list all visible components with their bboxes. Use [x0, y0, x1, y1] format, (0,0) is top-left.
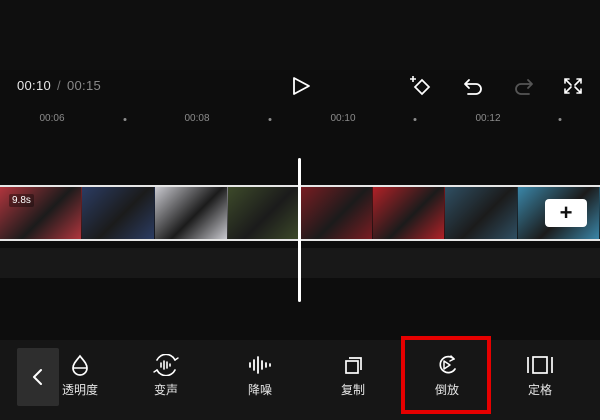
- redo-button[interactable]: [511, 74, 537, 98]
- noise-reduction-icon: [249, 356, 271, 374]
- time-display: 00:10 / 00:15: [17, 78, 101, 93]
- fullscreen-icon: [564, 78, 582, 94]
- time-separator: /: [57, 78, 61, 93]
- clip-thumbnail: [82, 187, 155, 239]
- voice-change-icon: [153, 354, 179, 376]
- add-clip-button[interactable]: +: [545, 199, 587, 227]
- ruler-dot: [123, 118, 127, 121]
- clip-thumbnail: [445, 187, 518, 239]
- playhead[interactable]: [298, 158, 301, 302]
- clip-thumbnail: [373, 187, 445, 239]
- tool-opacity[interactable]: 透明度: [40, 354, 120, 414]
- time-ruler[interactable]: 00:06 00:08 00:10 00:12: [0, 110, 600, 130]
- play-button[interactable]: [288, 74, 314, 98]
- undo-button[interactable]: [460, 74, 486, 98]
- ruler-label: 00:06: [39, 113, 65, 124]
- copy-icon: [345, 357, 362, 374]
- ruler-label: 00:08: [184, 113, 210, 124]
- tool-freeze-frame[interactable]: 定格: [500, 354, 580, 414]
- add-keyframe-button[interactable]: [408, 74, 434, 98]
- add-keyframe-icon: [410, 76, 431, 96]
- ruler-dot: [268, 118, 272, 121]
- tool-copy[interactable]: 复制: [313, 354, 393, 414]
- opacity-icon: [72, 354, 88, 376]
- clip-duration-badge: 9.8s: [9, 194, 34, 207]
- tool-label: 变声: [153, 383, 178, 397]
- player-controls: 00:10 / 00:15: [0, 70, 600, 104]
- tool-label: 定格: [527, 383, 552, 397]
- tool-label: 透明度: [61, 383, 98, 397]
- undo-icon: [464, 79, 482, 95]
- ruler-dot: [558, 118, 562, 121]
- fullscreen-button[interactable]: [560, 74, 586, 98]
- clip-thumbnail: [300, 187, 373, 239]
- ruler-label: 00:12: [475, 113, 501, 124]
- tool-label: 复制: [340, 383, 365, 397]
- reverse-highlight-box: [401, 336, 491, 414]
- freeze-frame-icon: [527, 356, 553, 374]
- play-icon: [293, 77, 310, 95]
- ruler-label: 00:10: [330, 113, 356, 124]
- clip-thumbnail: [228, 187, 300, 239]
- video-preview[interactable]: [0, 0, 600, 70]
- current-time: 00:10: [17, 78, 52, 93]
- edit-toolbar: 透明度 变声 降噪 复制 倒放 定格: [0, 340, 600, 420]
- tool-label: 降噪: [247, 383, 272, 397]
- redo-icon: [515, 79, 533, 95]
- tool-voice-change[interactable]: 变声: [126, 354, 206, 414]
- clip-thumbnail: [155, 187, 228, 239]
- ruler-dot: [413, 118, 417, 121]
- total-time: 00:15: [66, 78, 102, 93]
- tool-noise-reduction[interactable]: 降噪: [220, 354, 300, 414]
